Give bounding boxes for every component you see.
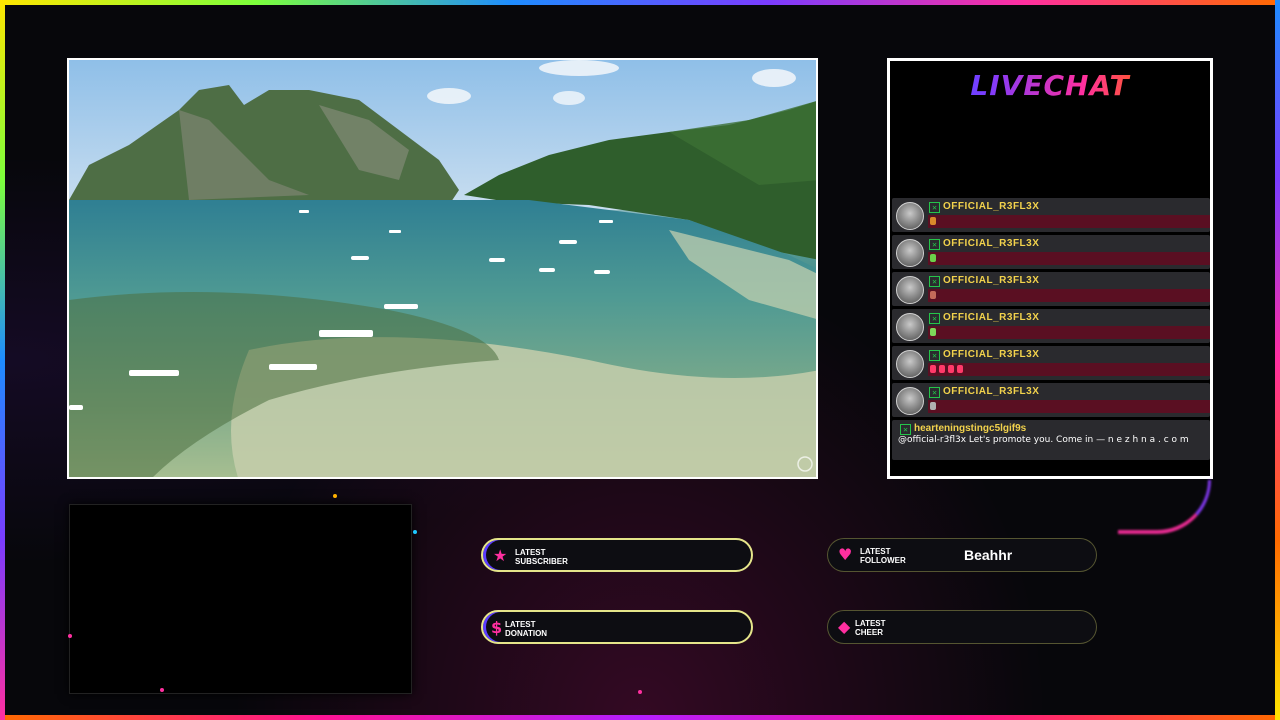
- emote-icon: [930, 291, 936, 299]
- chat-message-body: [928, 326, 1210, 339]
- latest-subscriber-label: LATEST SUBSCRIBER: [515, 548, 568, 566]
- chat-message: ✕ OFFICIAL_R3FL3X: [892, 309, 1210, 343]
- label-line: DONATION: [505, 629, 548, 638]
- spark-decoration: [68, 634, 72, 638]
- moderator-badge-icon: ✕: [929, 350, 940, 361]
- neon-glow-decoration: [1118, 480, 1211, 534]
- moderator-badge-icon: ✕: [900, 424, 911, 435]
- live-chat-panel: LIVECHAT ✕ OFFICIAL_R3FL3X ✕ OFFICIAL_R3…: [887, 58, 1213, 479]
- main-video-screen: [67, 58, 818, 479]
- heart-icon: ♥: [838, 545, 853, 564]
- emote-icon: [939, 365, 945, 373]
- label-line: FOLLOWER: [860, 556, 906, 565]
- stream-overlay: LIVECHAT ✕ OFFICIAL_R3FL3X ✕ OFFICIAL_R3…: [0, 0, 1280, 720]
- chat-message-body: [928, 400, 1210, 413]
- chat-title: LIVECHAT: [890, 69, 1210, 102]
- chat-username: OFFICIAL_R3FL3X: [943, 238, 1040, 249]
- latest-subscriber-widget: ★ LATEST SUBSCRIBER: [481, 538, 753, 572]
- avatar: [896, 350, 924, 378]
- chat-message: ✕ OFFICIAL_R3FL3X: [892, 235, 1210, 269]
- latest-cheer-widget: ◆ LATEST CHEER: [827, 610, 1097, 644]
- gradient-border-left: [0, 0, 5, 720]
- latest-follower-label: LATEST FOLLOWER: [860, 547, 906, 565]
- emote-icon: [930, 365, 936, 373]
- avatar: [896, 202, 924, 230]
- label-line: LATEST: [505, 620, 536, 629]
- latest-donation-widget: $ LATEST DONATION: [481, 610, 753, 644]
- chat-message: ✕ OFFICIAL_R3FL3X: [892, 346, 1210, 380]
- label-line: LATEST: [855, 619, 886, 628]
- latest-donation-label: LATEST DONATION: [505, 620, 547, 638]
- moderator-badge-icon: ✕: [929, 387, 940, 398]
- webcam-frame: [69, 504, 412, 694]
- chat-message-list: ✕ OFFICIAL_R3FL3X ✕ OFFICIAL_R3FL3X ✕ OF…: [892, 198, 1210, 460]
- spark-decoration: [160, 688, 164, 692]
- label-line: CHEER: [855, 628, 884, 637]
- label-line: LATEST: [860, 547, 891, 556]
- chat-message: ✕ OFFICIAL_R3FL3X: [892, 198, 1210, 232]
- chat-message: ✕ hearteningstingc5lgif9s @official-r3fl…: [892, 420, 1210, 460]
- moderator-badge-icon: ✕: [929, 202, 940, 213]
- avatar: [896, 313, 924, 341]
- chat-username: OFFICIAL_R3FL3X: [943, 386, 1040, 397]
- chat-message-body: [928, 363, 1210, 376]
- emote-icon: [948, 365, 954, 373]
- moderator-badge-icon: ✕: [929, 276, 940, 287]
- latest-follower-value: Beahhr: [964, 547, 1013, 563]
- emote-icon: [930, 217, 936, 225]
- emote-icon: [930, 402, 936, 410]
- label-line: SUBSCRIBER: [515, 557, 568, 566]
- gradient-border-right: [1275, 0, 1280, 720]
- moderator-badge-icon: ✕: [929, 239, 940, 250]
- avatar: [896, 239, 924, 267]
- spark-decoration: [413, 530, 417, 534]
- emote-icon: [957, 365, 963, 373]
- chat-username: OFFICIAL_R3FL3X: [943, 349, 1040, 360]
- moderator-badge-icon: ✕: [929, 313, 940, 324]
- latest-follower-widget: ♥ LATEST FOLLOWER Beahhr: [827, 538, 1097, 572]
- chat-message: ✕ OFFICIAL_R3FL3X: [892, 383, 1210, 417]
- emote-icon: [930, 328, 936, 336]
- landscape-image: [69, 60, 816, 477]
- dollar-icon: $: [491, 618, 503, 637]
- gradient-border-top: [0, 0, 1280, 5]
- chat-message-body: [928, 215, 1210, 228]
- chat-username: OFFICIAL_R3FL3X: [943, 275, 1040, 286]
- chat-username: hearteningstingc5lgif9s: [914, 423, 1027, 434]
- chat-username: OFFICIAL_R3FL3X: [943, 312, 1040, 323]
- chat-message: ✕ OFFICIAL_R3FL3X: [892, 272, 1210, 306]
- avatar: [896, 387, 924, 415]
- diamond-icon: ◆: [838, 617, 851, 636]
- spark-decoration: [638, 690, 642, 694]
- chat-message-text: @official-r3fl3x Let's promote you. Come…: [898, 435, 1189, 445]
- emote-icon: [930, 254, 936, 262]
- label-line: LATEST: [515, 548, 546, 557]
- spark-decoration: [333, 494, 337, 498]
- chat-username: OFFICIAL_R3FL3X: [943, 201, 1040, 212]
- star-icon: ★: [493, 546, 508, 565]
- gradient-border-bottom: [0, 715, 1280, 720]
- chat-message-body: [928, 252, 1210, 265]
- latest-cheer-label: LATEST CHEER: [855, 619, 886, 637]
- chat-message-body: [928, 289, 1210, 302]
- avatar: [896, 276, 924, 304]
